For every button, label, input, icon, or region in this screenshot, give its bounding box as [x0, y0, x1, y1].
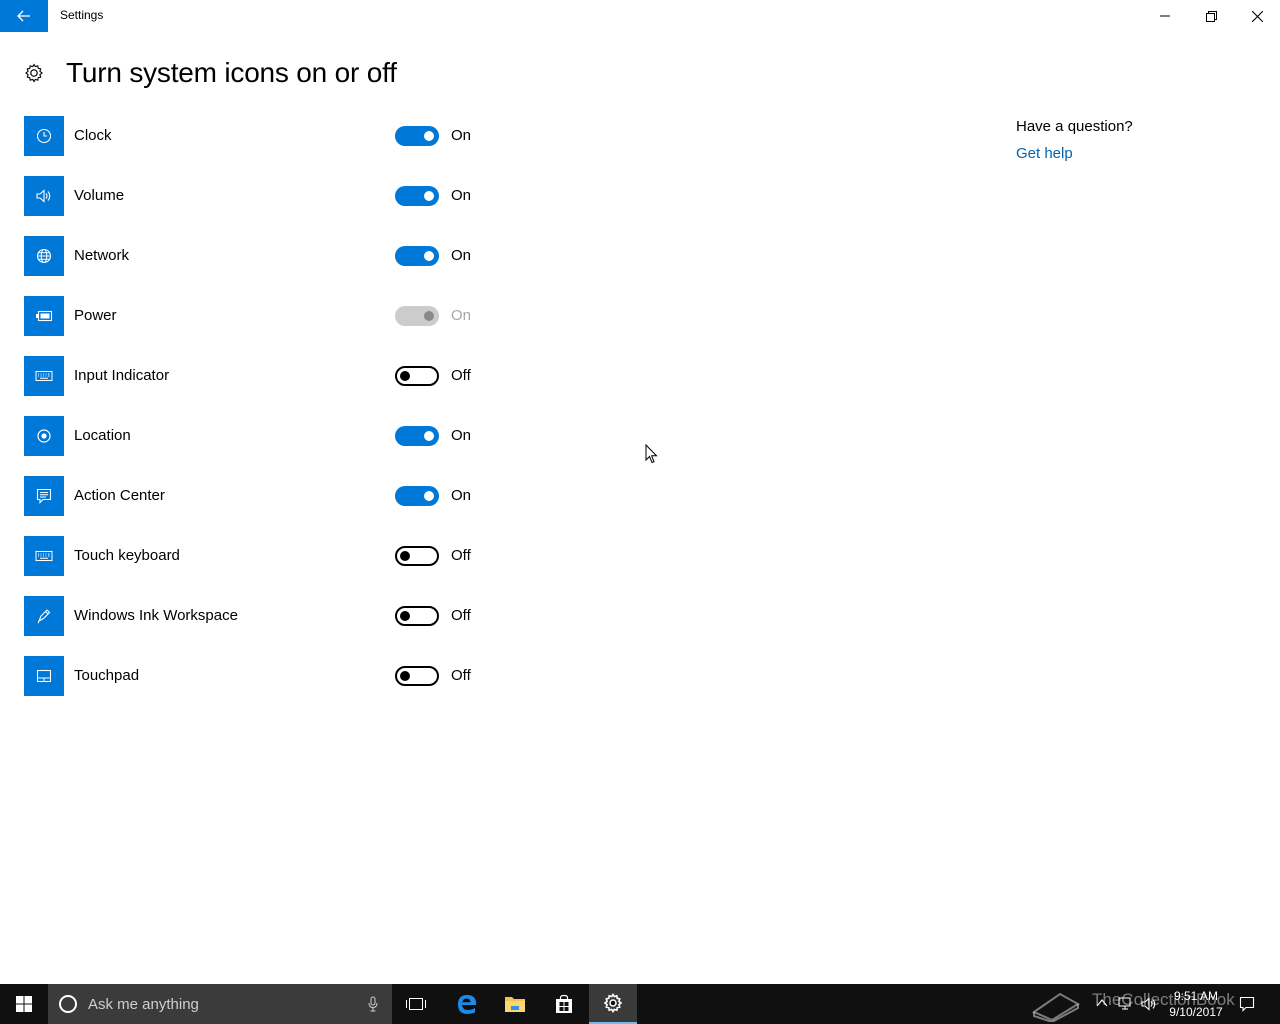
mouse-cursor-icon [645, 444, 658, 464]
item-label: Volume [74, 187, 125, 204]
toggle-state: On [451, 487, 472, 504]
restore-button[interactable] [1188, 0, 1234, 32]
windows-logo-icon [16, 996, 32, 1012]
watermark-book-icon [1031, 992, 1080, 1022]
list-item-windows-ink: Windows Ink Workspace Off [24, 596, 484, 636]
settings-window: Settings Turn system icons on or off Clo… [0, 0, 1280, 984]
item-label: Windows Ink Workspace [74, 607, 238, 624]
toggle-state: Off [451, 367, 471, 384]
close-icon [1251, 10, 1263, 22]
volume-toggle[interactable] [395, 186, 439, 206]
clock-icon [24, 116, 64, 156]
microphone-icon[interactable] [368, 996, 378, 1012]
taskbar-clock[interactable]: 9:51 AM 9/10/2017 [1160, 988, 1232, 1020]
toggle-state: On [451, 127, 472, 144]
clock-time: 9:51 AM [1173, 989, 1219, 1003]
file-explorer-button[interactable] [491, 984, 539, 1024]
list-item-network: Network On [24, 236, 484, 276]
chevron-up-icon[interactable] [1096, 997, 1108, 1009]
task-view-icon [406, 998, 426, 1010]
item-label: Clock [74, 127, 112, 144]
volume-icon [24, 176, 64, 216]
toggle-state: On [451, 307, 472, 324]
location-toggle[interactable] [395, 426, 439, 446]
gear-icon [603, 993, 623, 1013]
windows-ink-toggle[interactable] [395, 606, 439, 626]
touch-keyboard-icon [24, 536, 64, 576]
close-button[interactable] [1234, 0, 1280, 32]
item-label: Touch keyboard [74, 547, 180, 564]
toggle-state: On [451, 187, 472, 204]
item-label: Power [74, 307, 117, 324]
help-panel: Have a question? Get help [1016, 118, 1133, 162]
input-indicator-toggle[interactable] [395, 366, 439, 386]
globe-icon [24, 236, 64, 276]
item-label: Network [74, 247, 130, 264]
battery-icon [24, 296, 64, 336]
list-item-action-center: Action Center On [24, 476, 484, 516]
page-header: Turn system icons on or off [24, 56, 397, 90]
item-label: Input Indicator [74, 367, 170, 384]
store-button[interactable] [540, 984, 588, 1024]
list-item-power: Power On [24, 296, 484, 336]
cortana-search-box[interactable]: Ask me anything [48, 984, 392, 1024]
edge-button[interactable] [443, 984, 491, 1024]
touchpad-icon [24, 656, 64, 696]
network-toggle[interactable] [395, 246, 439, 266]
list-item-touch-keyboard: Touch keyboard Off [24, 536, 484, 576]
settings-taskbar-button[interactable] [589, 984, 637, 1024]
minimize-button[interactable] [1142, 0, 1188, 32]
gear-icon [25, 63, 43, 83]
toggle-state: Off [451, 607, 471, 624]
search-placeholder: Ask me anything [88, 995, 199, 1013]
edge-icon [458, 995, 476, 1014]
list-item-clock: Clock On [24, 116, 484, 156]
touchpad-toggle[interactable] [395, 666, 439, 686]
volume-tray-icon[interactable] [1140, 996, 1158, 1012]
window-title: Settings [60, 8, 104, 22]
clock-date: 9/10/2017 [1169, 1005, 1223, 1019]
item-label: Location [74, 427, 131, 444]
title-bar: Settings [0, 0, 1280, 32]
get-help-link[interactable]: Get help [1016, 145, 1133, 162]
cortana-icon [59, 995, 77, 1013]
pen-icon [24, 596, 64, 636]
toggle-state: On [451, 427, 472, 444]
list-item-location: Location On [24, 416, 484, 456]
list-item-input-indicator: Input Indicator Off [24, 356, 484, 396]
power-toggle [395, 306, 439, 326]
touch-keyboard-toggle[interactable] [395, 546, 439, 566]
back-arrow-icon [17, 10, 30, 22]
minimize-icon [1160, 15, 1170, 17]
task-view-button[interactable] [392, 984, 440, 1024]
start-button[interactable] [0, 984, 48, 1024]
toggle-state: On [451, 247, 472, 264]
item-label: Touchpad [74, 667, 140, 684]
taskbar: Ask me anything TheCollectionBook 9:51 A… [0, 984, 1280, 1024]
list-item-touchpad: Touchpad Off [24, 656, 484, 696]
action-center-toggle[interactable] [395, 486, 439, 506]
clock-toggle[interactable] [395, 126, 439, 146]
back-button[interactable] [0, 0, 48, 32]
page-title: Turn system icons on or off [66, 57, 397, 88]
store-bag-icon [556, 994, 572, 1013]
network-tray-icon[interactable] [1118, 996, 1134, 1012]
keyboard-icon [24, 356, 64, 396]
folder-icon [505, 997, 525, 1012]
restore-icon [1205, 10, 1217, 22]
toggle-state: Off [451, 667, 471, 684]
list-item-volume: Volume On [24, 176, 484, 216]
action-center-tray-icon[interactable] [1239, 996, 1255, 1012]
location-icon [24, 416, 64, 456]
item-label: Action Center [74, 487, 165, 504]
action-center-icon [24, 476, 64, 516]
help-question: Have a question? [1016, 118, 1133, 135]
toggle-state: Off [451, 547, 471, 564]
